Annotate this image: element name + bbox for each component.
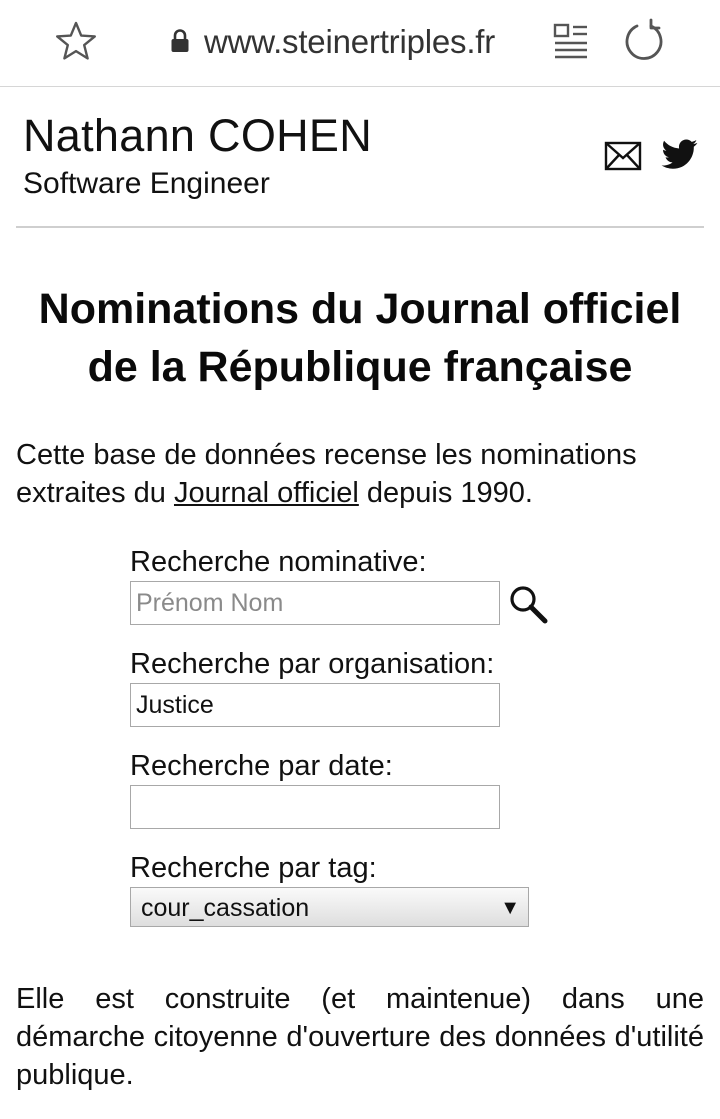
org-search-label: Recherche par organisation:: [130, 648, 495, 680]
browser-toolbar: www.steinertriples.fr: [0, 0, 720, 87]
site-header: Nathann COHEN Software Engineer: [0, 86, 720, 229]
twitter-icon[interactable]: [660, 136, 700, 172]
tag-search-label: Recherche par tag:: [130, 852, 377, 884]
page-title: Nominations du Journal officiel de la Ré…: [38, 285, 682, 391]
reload-icon[interactable]: [622, 18, 666, 62]
lock-icon: [171, 29, 189, 52]
name-search-label: Recherche nominative:: [130, 546, 427, 578]
date-search-input[interactable]: [130, 785, 500, 829]
tag-select-value: cour_cassation: [141, 894, 310, 922]
reader-mode-icon[interactable]: [552, 22, 590, 60]
intro-paragraph: Cette base de données recense les nomina…: [16, 436, 706, 512]
name-search-input[interactable]: [130, 581, 500, 625]
org-search-input[interactable]: [130, 683, 500, 727]
header-divider: [16, 226, 704, 228]
search-icon[interactable]: [508, 584, 548, 624]
star-outline-icon[interactable]: [55, 20, 97, 62]
outro-paragraph: Elle est construite (et maintenue) dans …: [16, 983, 704, 1091]
address-bar-url[interactable]: www.steinertriples.fr: [204, 20, 495, 64]
author-name[interactable]: Nathann COHEN: [23, 110, 372, 162]
tag-select[interactable]: cour_cassation ▼: [130, 887, 529, 927]
intro-text-end: depuis 1990.: [358, 477, 533, 509]
dropdown-arrow-icon: ▼: [500, 897, 520, 919]
date-search-label: Recherche par date:: [130, 750, 393, 782]
mail-icon[interactable]: [604, 140, 642, 172]
journal-officiel-link[interactable]: Journal officiel: [174, 477, 359, 509]
author-role: Software Engineer: [23, 167, 270, 200]
